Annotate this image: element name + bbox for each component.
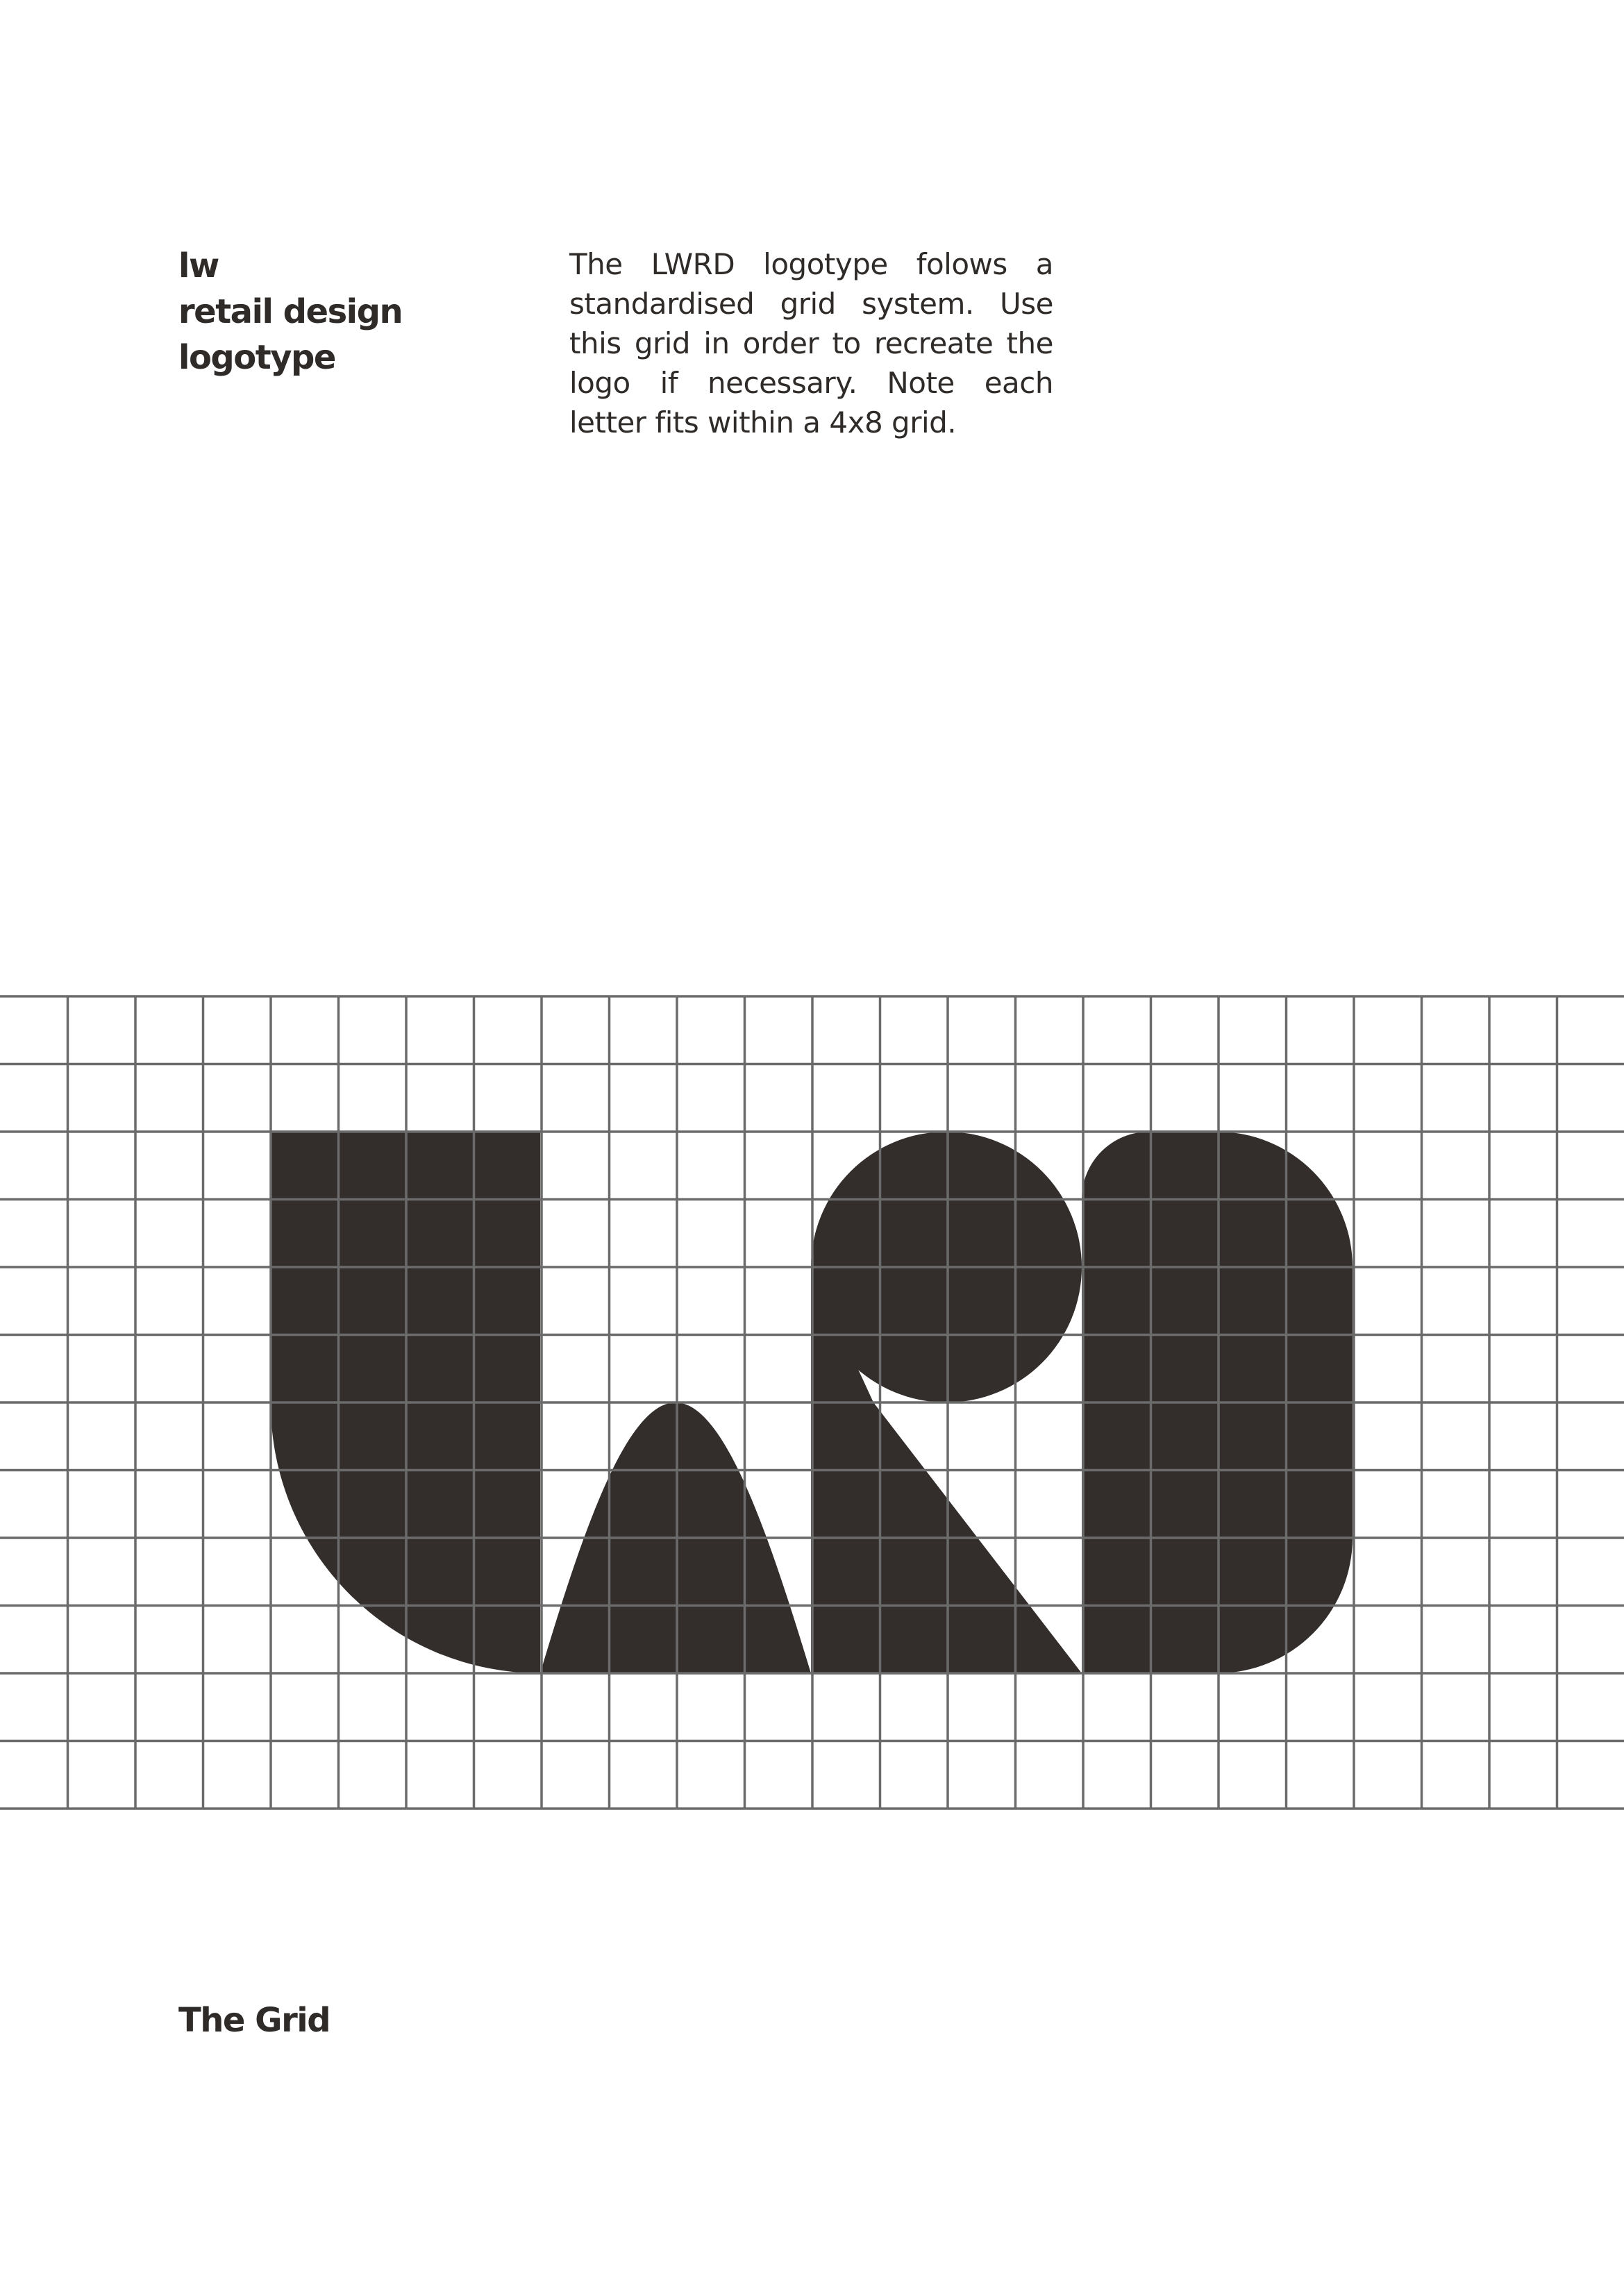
section-title: The Grid	[178, 2001, 331, 2040]
heading-line-brand: lw	[178, 246, 219, 285]
logotype-heading: lw retail design logotype	[178, 243, 526, 380]
logo-grid-figure	[0, 993, 1624, 1812]
heading-line-logotype: logotype	[178, 338, 336, 377]
heading-line-retail-design: retail design	[178, 292, 403, 331]
grid-lines	[0, 995, 1624, 1810]
intro-paragraph: The LWRD logotype folows a standardised …	[569, 247, 1054, 439]
logo-grid-svg	[0, 995, 1624, 1810]
